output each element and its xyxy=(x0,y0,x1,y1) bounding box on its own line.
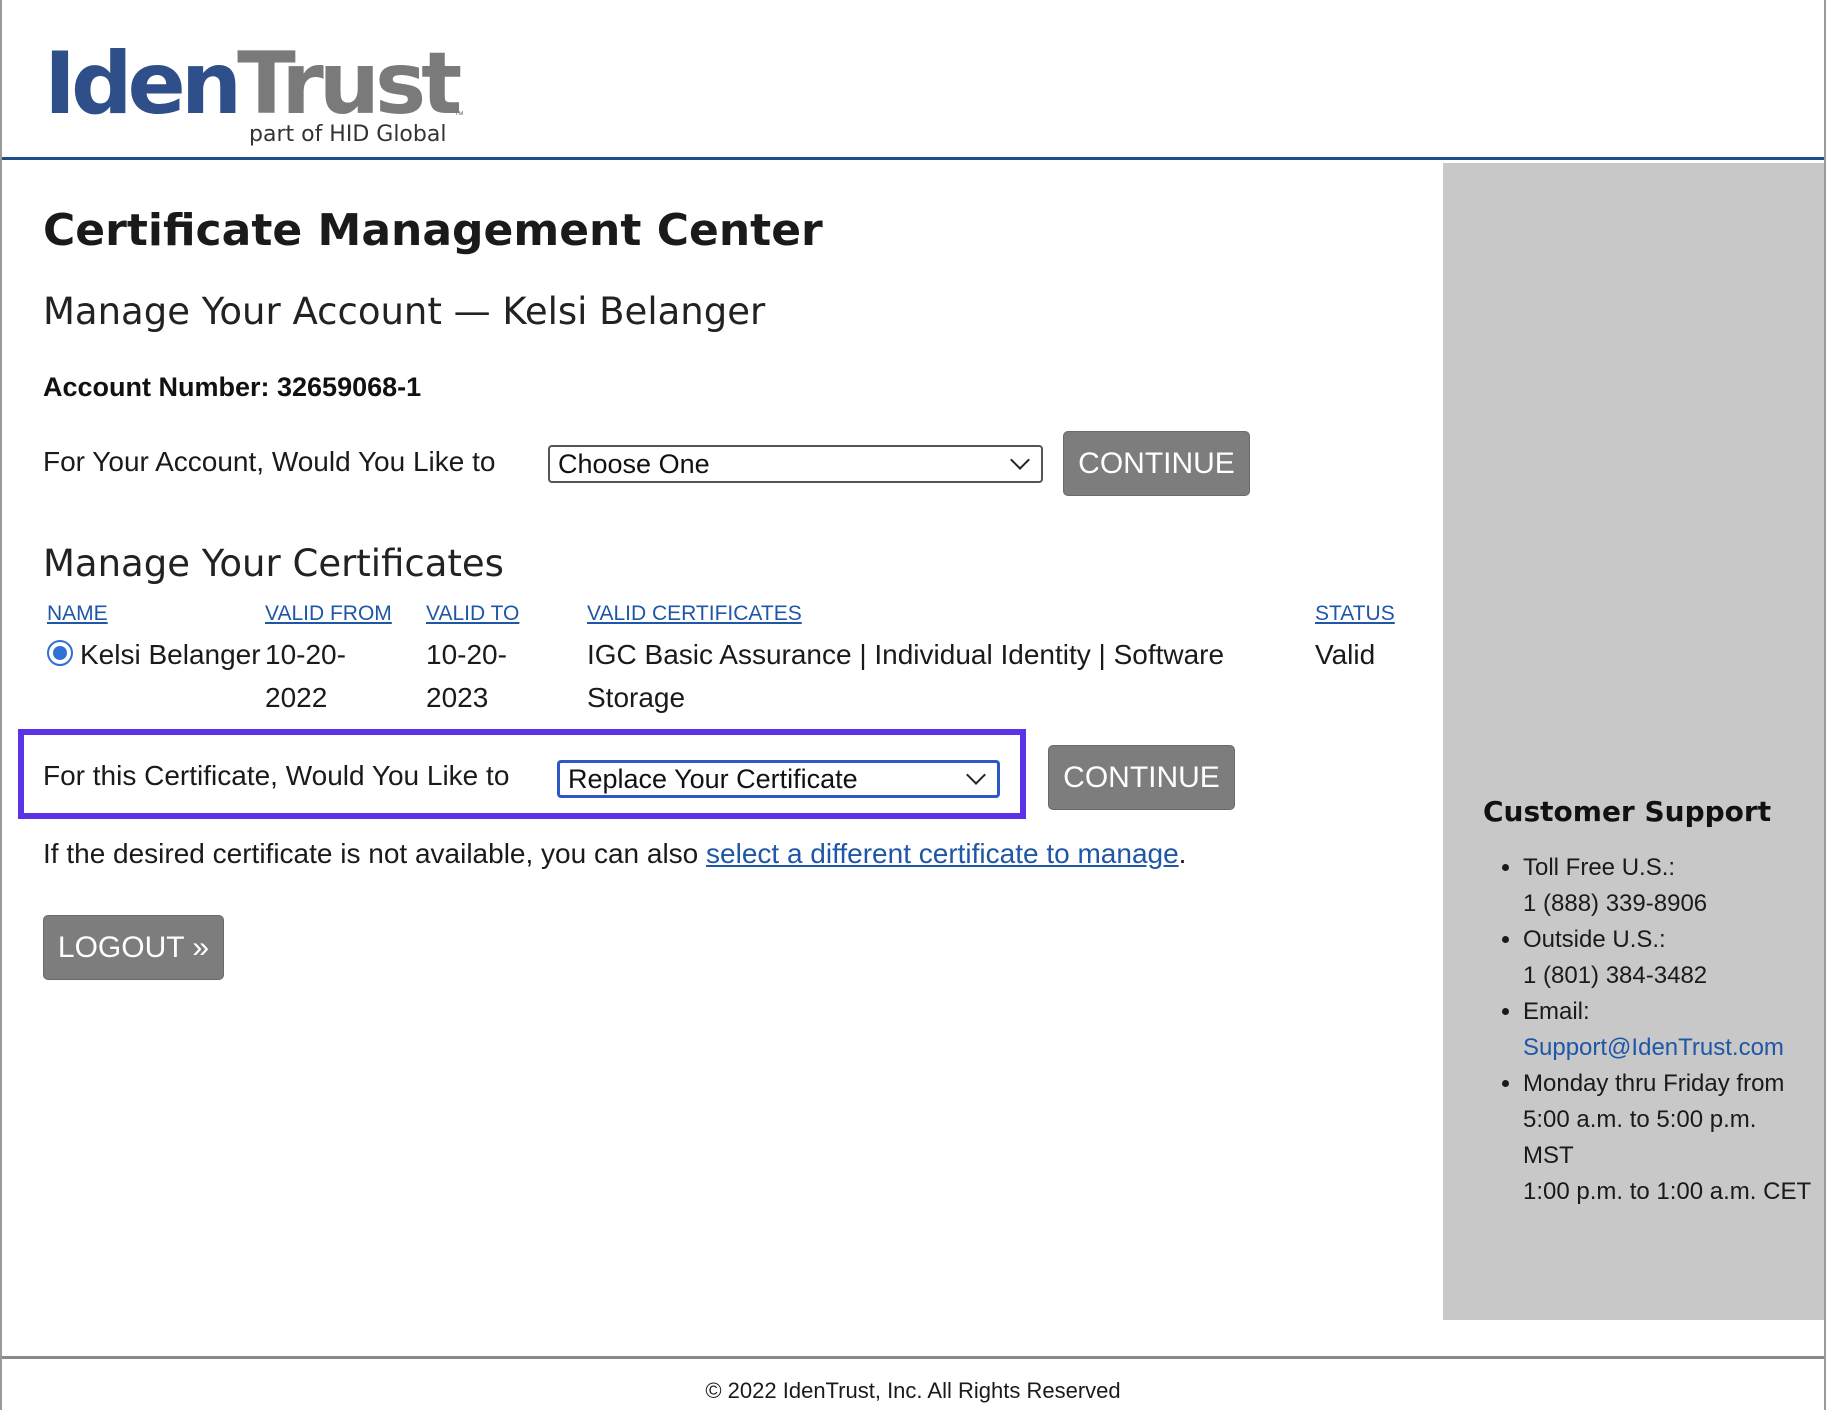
customer-support: Customer Support Toll Free U.S.: 1 (888)… xyxy=(1483,795,1813,1210)
column-header-status[interactable]: STATUS xyxy=(1315,602,1395,626)
certificate-radio[interactable] xyxy=(47,640,73,666)
page-subtitle: Manage Your Account — Kelsi Belanger xyxy=(43,290,766,333)
logo-tagline: part of HID Global xyxy=(249,122,447,147)
select-different-certificate-link[interactable]: select a different certificate to manage xyxy=(706,838,1179,869)
certificate-action-select-value: Replace Your Certificate xyxy=(568,763,858,794)
support-item-label: Outside U.S.: xyxy=(1523,926,1666,953)
support-item-email: Email: Support@IdenTrust.com xyxy=(1523,994,1813,1066)
page: IdenTrust ™ part of HID Global Certifica… xyxy=(0,0,1826,1410)
support-item-value: 1 (888) 339-8906 xyxy=(1523,890,1708,917)
account-action-select-value: Choose One xyxy=(558,448,710,479)
logo-word-trust: Trust xyxy=(237,34,462,134)
column-header-valid-certificates[interactable]: VALID CERTIFICATES xyxy=(587,602,802,626)
header: IdenTrust ™ part of HID Global xyxy=(2,0,1824,160)
support-item-value-secondary: 1:00 p.m. to 1:00 a.m. CET xyxy=(1523,1178,1812,1205)
support-item-toll-free: Toll Free U.S.: 1 (888) 339-8906 xyxy=(1523,850,1813,922)
certificate-action-select[interactable]: Replace Your Certificate xyxy=(557,760,1000,798)
account-action-select[interactable]: Choose One xyxy=(548,445,1043,483)
note-prefix: If the desired certificate is not availa… xyxy=(43,838,707,869)
certificate-action-label: For this Certificate, Would You Like to xyxy=(43,760,510,791)
support-email-link[interactable]: Support@IdenTrust.com xyxy=(1523,1034,1784,1061)
certificate-name: Kelsi Belanger xyxy=(80,639,261,670)
support-item-label: Email: xyxy=(1523,998,1590,1025)
certificate-valid-from: 10-20-2022 xyxy=(265,639,346,713)
certificates-title: Manage Your Certificates xyxy=(43,542,504,585)
account-continue-button[interactable]: CONTINUE xyxy=(1063,431,1250,496)
support-item-hours: Monday thru Friday from 5:00 a.m. to 5:0… xyxy=(1523,1066,1813,1210)
certificate-status: Valid xyxy=(1315,639,1376,670)
logo-trademark: ™ xyxy=(454,110,464,121)
support-item-label: Monday thru Friday from xyxy=(1523,1070,1785,1097)
support-item-value: 1 (801) 384-3482 xyxy=(1523,962,1708,989)
logo-word-iden: Iden xyxy=(44,34,242,134)
support-title: Customer Support xyxy=(1483,795,1772,828)
chevron-down-icon xyxy=(966,765,986,785)
column-header-valid-to[interactable]: VALID TO xyxy=(426,602,519,626)
logout-button[interactable]: LOGOUT » xyxy=(43,915,224,980)
column-header-name[interactable]: NAME xyxy=(47,602,108,626)
support-list: Toll Free U.S.: 1 (888) 339-8906 Outside… xyxy=(1483,850,1813,1210)
account-number: Account Number: 32659068-1 xyxy=(43,372,422,402)
identrust-logo[interactable]: IdenTrust ™ part of HID Global xyxy=(44,38,474,150)
certificate-continue-button[interactable]: CONTINUE xyxy=(1048,745,1235,810)
support-item-value: 5:00 a.m. to 5:00 p.m. MST xyxy=(1523,1106,1757,1169)
certificate-valid-to: 10-20-2023 xyxy=(426,639,507,713)
page-title: Certificate Management Center xyxy=(43,205,823,256)
column-header-valid-from[interactable]: VALID FROM xyxy=(265,602,392,626)
sidebar: Customer Support Toll Free U.S.: 1 (888)… xyxy=(1443,163,1824,1320)
account-action-label: For Your Account, Would You Like to xyxy=(43,446,496,477)
logo-wordmark: IdenTrust xyxy=(44,38,462,130)
chevron-down-icon xyxy=(1010,450,1030,470)
support-item-label: Toll Free U.S.: xyxy=(1523,854,1676,881)
support-item-outside-us: Outside U.S.: 1 (801) 384-3482 xyxy=(1523,922,1813,994)
certificate-description: IGC Basic Assurance | Individual Identit… xyxy=(587,639,1225,713)
alternate-certificate-note: If the desired certificate is not availa… xyxy=(43,838,1186,870)
footer: © 2022 IdenTrust, Inc. All Rights Reserv… xyxy=(2,1356,1824,1410)
note-suffix: . xyxy=(1178,838,1187,869)
